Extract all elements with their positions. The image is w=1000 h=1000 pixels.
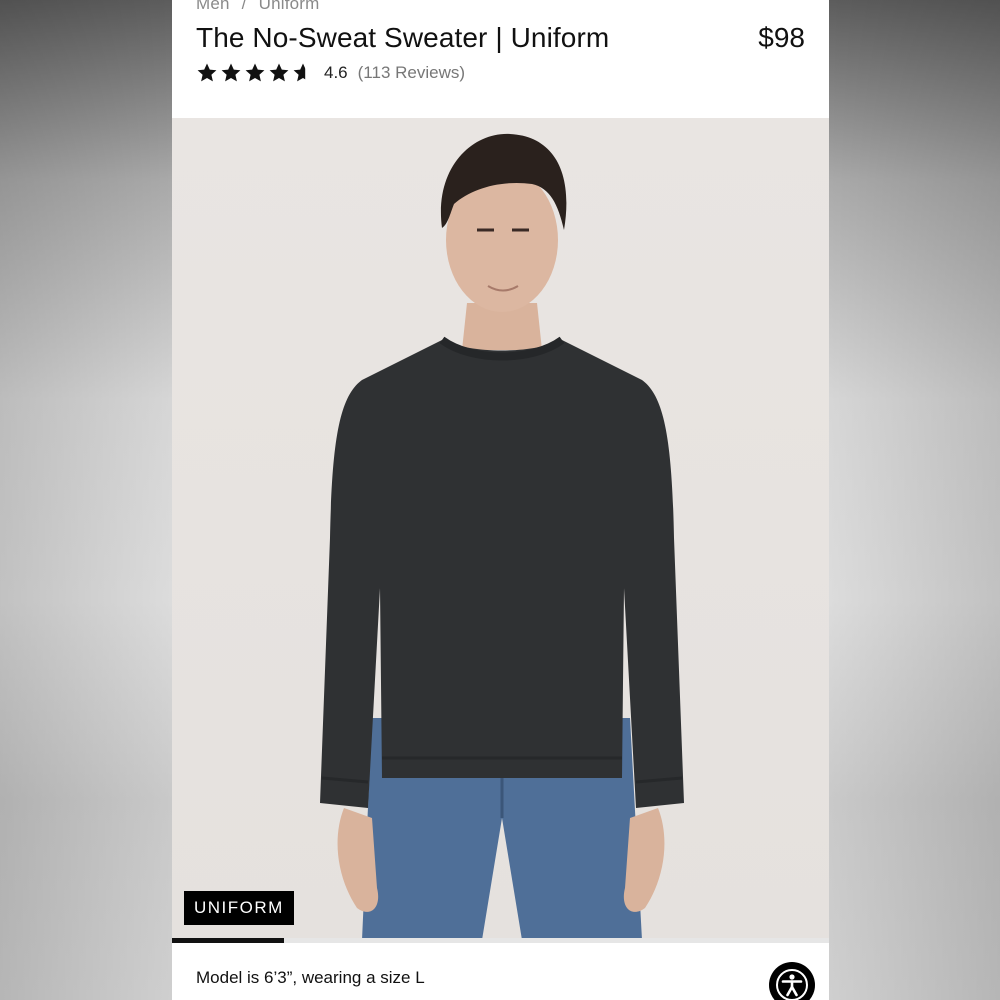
reviews-link[interactable]: (113 Reviews) bbox=[358, 63, 465, 83]
product-title: The No-Sweat Sweater | Uniform bbox=[196, 22, 610, 53]
rating-row: 4.6 (113 Reviews) bbox=[196, 62, 465, 84]
gallery-progress bbox=[172, 938, 829, 943]
backdrop-left bbox=[0, 0, 172, 1000]
brand-badge: UNIFORM bbox=[184, 891, 294, 925]
star-icon bbox=[293, 63, 313, 82]
star-icon bbox=[245, 63, 265, 82]
accessibility-button[interactable] bbox=[769, 962, 815, 1000]
breadcrumb-uniform[interactable]: Uniform bbox=[259, 0, 320, 14]
breadcrumb-separator: / bbox=[241, 0, 247, 13]
gallery-progress-fill bbox=[172, 938, 284, 943]
model-size-caption: Model is 6’3”, wearing a size L bbox=[196, 968, 425, 987]
product-price: $98 bbox=[758, 22, 805, 53]
model-photo bbox=[320, 133, 684, 940]
product-page: Men / Uniform The No-Sweat Sweater | Uni… bbox=[172, 0, 829, 1000]
breadcrumb-men[interactable]: Men bbox=[196, 0, 230, 14]
backdrop-right bbox=[829, 0, 1000, 1000]
product-image[interactable]: UNIFORM bbox=[172, 118, 829, 940]
title-row: The No-Sweat Sweater | Uniform $98 bbox=[196, 22, 805, 54]
star-icon bbox=[221, 63, 241, 82]
accessibility-icon bbox=[776, 969, 808, 1000]
screenshot-backdrop: Men / Uniform The No-Sweat Sweater | Uni… bbox=[0, 0, 1000, 1000]
star-rating bbox=[196, 62, 314, 84]
rating-value: 4.6 bbox=[324, 63, 348, 82]
star-icon bbox=[197, 63, 217, 82]
breadcrumb: Men / Uniform bbox=[196, 0, 320, 14]
star-icon bbox=[269, 63, 289, 82]
